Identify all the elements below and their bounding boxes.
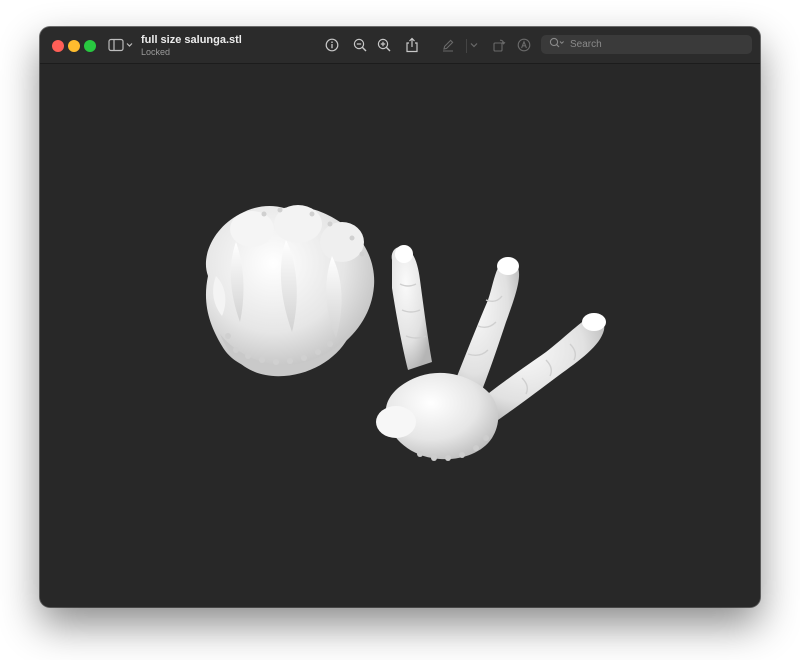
markup-button[interactable]	[440, 35, 456, 55]
claw-model-render	[205, 205, 606, 461]
window-subtitle: Locked	[141, 47, 171, 57]
sidebar-icon	[108, 38, 134, 52]
pencil-icon	[441, 38, 455, 52]
quicklook-window: full size salunga.stl Locked Search	[40, 27, 760, 607]
toolbar-divider	[466, 39, 467, 53]
zoom-out-button[interactable]	[352, 35, 368, 55]
annotate-button[interactable]	[516, 35, 532, 55]
zoom-in-icon	[377, 38, 391, 52]
chevron-down-icon	[469, 40, 479, 50]
window-title: full size salunga.stl	[141, 34, 242, 46]
minimize-button[interactable]	[68, 40, 80, 52]
left-claw-model	[205, 205, 375, 377]
model-viewport[interactable]	[40, 64, 760, 607]
search-icon	[549, 36, 565, 54]
markup-menu-button[interactable]	[468, 35, 480, 55]
rotate-icon	[492, 38, 506, 52]
zoom-out-icon	[353, 38, 367, 52]
rotate-button[interactable]	[491, 35, 507, 55]
right-claw-model	[376, 245, 606, 461]
share-icon	[405, 37, 419, 53]
share-button[interactable]	[404, 35, 420, 55]
zoom-in-button[interactable]	[376, 35, 392, 55]
zoom-button[interactable]	[84, 40, 96, 52]
search-field[interactable]: Search	[541, 35, 752, 54]
close-button[interactable]	[52, 40, 64, 52]
sidebar-toggle-button[interactable]	[108, 35, 134, 55]
search-placeholder: Search	[570, 39, 602, 50]
title-bar: full size salunga.stl Locked Search	[40, 27, 760, 64]
title-block: full size salunga.stl Locked	[141, 34, 242, 58]
annotate-icon	[517, 38, 531, 52]
info-button[interactable]	[324, 35, 340, 55]
info-icon	[325, 38, 339, 52]
